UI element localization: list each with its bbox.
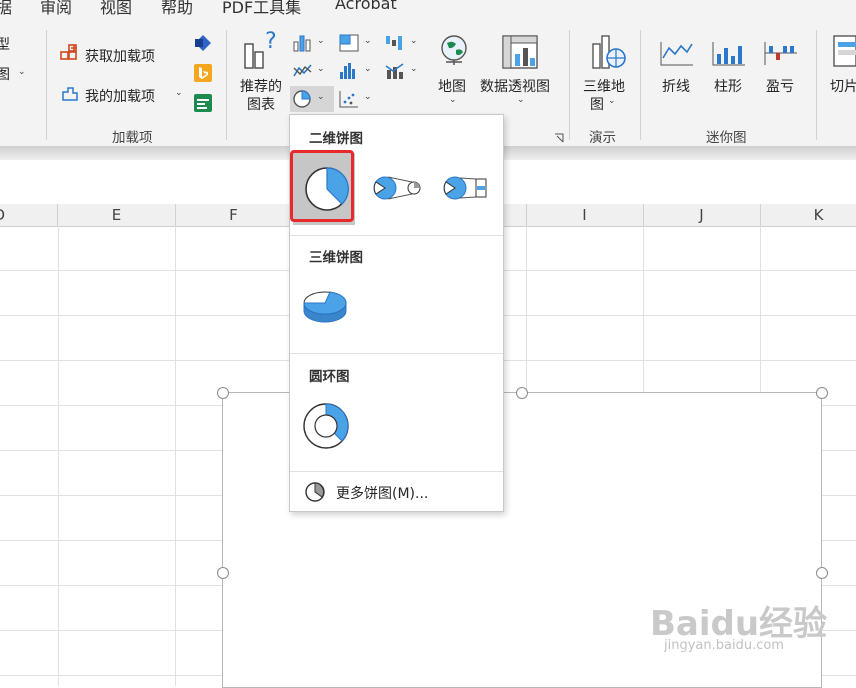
3d-map-button[interactable]: 三维地 xyxy=(583,76,625,96)
chevron-down-icon[interactable]: ⌄ xyxy=(364,36,372,46)
partial-label-2[interactable]: 图 xyxy=(0,64,10,84)
section-2d-pie-heading: 二维饼图 xyxy=(309,131,363,147)
3d-map-label-2[interactable]: 图 xyxy=(590,94,604,114)
chevron-down-icon[interactable]: ⌄ xyxy=(317,92,325,102)
chevron-down-icon[interactable]: ⌄ xyxy=(317,64,325,74)
chevron-down-icon[interactable]: ⌄ xyxy=(317,36,325,46)
group-divider xyxy=(640,30,641,140)
sparklines-group-label: 迷你图 xyxy=(706,130,747,146)
addins-group-label: 加载项 xyxy=(112,130,153,146)
map-globe-icon[interactable] xyxy=(439,34,469,68)
group-divider xyxy=(226,30,227,140)
tab-acrobat[interactable]: Acrobat xyxy=(335,0,397,13)
group-divider xyxy=(569,30,570,140)
watermark-url: jingyan.baidu.com xyxy=(664,638,784,653)
tab-view[interactable]: 视图 xyxy=(100,0,132,18)
line-chart-icon[interactable] xyxy=(293,62,313,80)
svg-text:?: ? xyxy=(265,30,277,54)
tab-help[interactable]: 帮助 xyxy=(161,0,193,18)
pie-of-pie-option[interactable] xyxy=(372,173,422,203)
column-header-d[interactable]: D xyxy=(0,204,58,226)
pie-3d-option[interactable] xyxy=(300,285,350,325)
hierarchy-chart-icon[interactable] xyxy=(339,34,359,52)
doughnut-option[interactable] xyxy=(301,401,351,451)
section-doughnut-heading: 圆环图 xyxy=(309,369,350,385)
divider xyxy=(290,471,503,472)
group-divider xyxy=(816,30,817,140)
recommended-charts-button[interactable]: 推荐的 xyxy=(240,76,282,96)
resize-handle-right[interactable] xyxy=(816,567,828,579)
sparkline-winloss-icon[interactable] xyxy=(764,40,798,66)
tours-group-label: 演示 xyxy=(589,130,616,146)
resize-handle-top[interactable] xyxy=(516,387,528,399)
chevron-down-icon[interactable]: ⌄ xyxy=(410,64,418,74)
map-button[interactable]: 地图 xyxy=(438,76,466,96)
sparkline-column-button[interactable]: 柱形 xyxy=(714,76,742,96)
resize-handle-left[interactable] xyxy=(217,567,229,579)
my-addins-button[interactable]: 我的加载项 xyxy=(85,86,155,106)
partial-label-1: 型 xyxy=(0,37,10,53)
tab-data-partial[interactable]: 据 xyxy=(0,0,12,18)
chevron-down-icon[interactable]: ⌄ xyxy=(364,92,372,102)
group-divider xyxy=(46,30,47,140)
sparkline-winloss-button[interactable]: 盈亏 xyxy=(766,76,794,96)
section-3d-pie-heading: 三维饼图 xyxy=(309,250,363,266)
menu-bar: 据 审阅 视图 帮助 PDF工具集 Acrobat xyxy=(0,0,856,22)
people-graph-icon[interactable] xyxy=(194,94,212,112)
sparkline-column-icon[interactable] xyxy=(712,40,746,66)
get-addins-icon[interactable] xyxy=(60,44,80,64)
chevron-down-icon[interactable]: ⌄ xyxy=(449,95,457,105)
visio-addin-icon[interactable] xyxy=(194,34,212,52)
column-header-k[interactable]: K xyxy=(760,204,856,226)
slicer-icon[interactable] xyxy=(832,34,856,68)
column-header-i[interactable]: I xyxy=(526,204,644,226)
chevron-down-icon[interactable]: ⌄ xyxy=(517,95,525,105)
sparkline-line-button[interactable]: 折线 xyxy=(662,76,690,96)
chevron-down-icon: ⌄ xyxy=(18,67,26,77)
column-header-f[interactable]: F xyxy=(175,204,293,226)
recommended-charts-icon[interactable]: ? xyxy=(243,29,283,72)
chevron-down-icon[interactable]: ⌄ xyxy=(364,64,372,74)
column-header-j[interactable]: J xyxy=(643,204,761,226)
pivot-chart-button[interactable]: 数据透视图 xyxy=(480,76,550,96)
chevron-down-icon[interactable]: ⌄ xyxy=(175,88,183,98)
divider xyxy=(290,235,503,236)
tab-pdf-tools[interactable]: PDF工具集 xyxy=(222,0,301,18)
more-pie-charts-link[interactable]: 更多饼图(M)... xyxy=(336,483,428,503)
divider xyxy=(290,353,503,354)
slicer-button[interactable]: 切片 xyxy=(830,76,856,96)
watermark: Baidu经验 jingyan.baidu.com xyxy=(650,596,827,666)
tab-review[interactable]: 审阅 xyxy=(40,0,72,18)
resize-handle-top-left[interactable] xyxy=(217,387,229,399)
column-header-e[interactable]: E xyxy=(58,204,176,226)
3d-map-icon[interactable] xyxy=(587,32,627,72)
bing-maps-icon[interactable] xyxy=(194,64,212,82)
dialog-launcher-icon[interactable] xyxy=(554,128,564,143)
sparkline-line-icon[interactable] xyxy=(660,40,694,66)
chevron-down-icon[interactable]: ⌄ xyxy=(608,96,616,106)
statistic-chart-icon[interactable] xyxy=(339,62,359,80)
more-pie-icon xyxy=(305,482,325,502)
chevron-down-icon[interactable]: ⌄ xyxy=(410,36,418,46)
combo-chart-icon[interactable] xyxy=(385,62,405,80)
my-addins-icon[interactable] xyxy=(60,84,80,104)
column-chart-icon[interactable] xyxy=(293,34,313,52)
bar-of-pie-option[interactable] xyxy=(442,173,492,203)
selection-highlight xyxy=(290,150,354,222)
recommended-charts-label-2[interactable]: 图表 xyxy=(247,94,275,114)
pivot-chart-icon[interactable] xyxy=(501,34,539,70)
scatter-chart-icon[interactable] xyxy=(339,90,359,108)
resize-handle-top-right[interactable] xyxy=(816,387,828,399)
pie-chart-icon[interactable] xyxy=(293,90,313,108)
waterfall-chart-icon[interactable] xyxy=(385,34,405,52)
get-addins-button[interactable]: 获取加载项 xyxy=(85,46,155,66)
